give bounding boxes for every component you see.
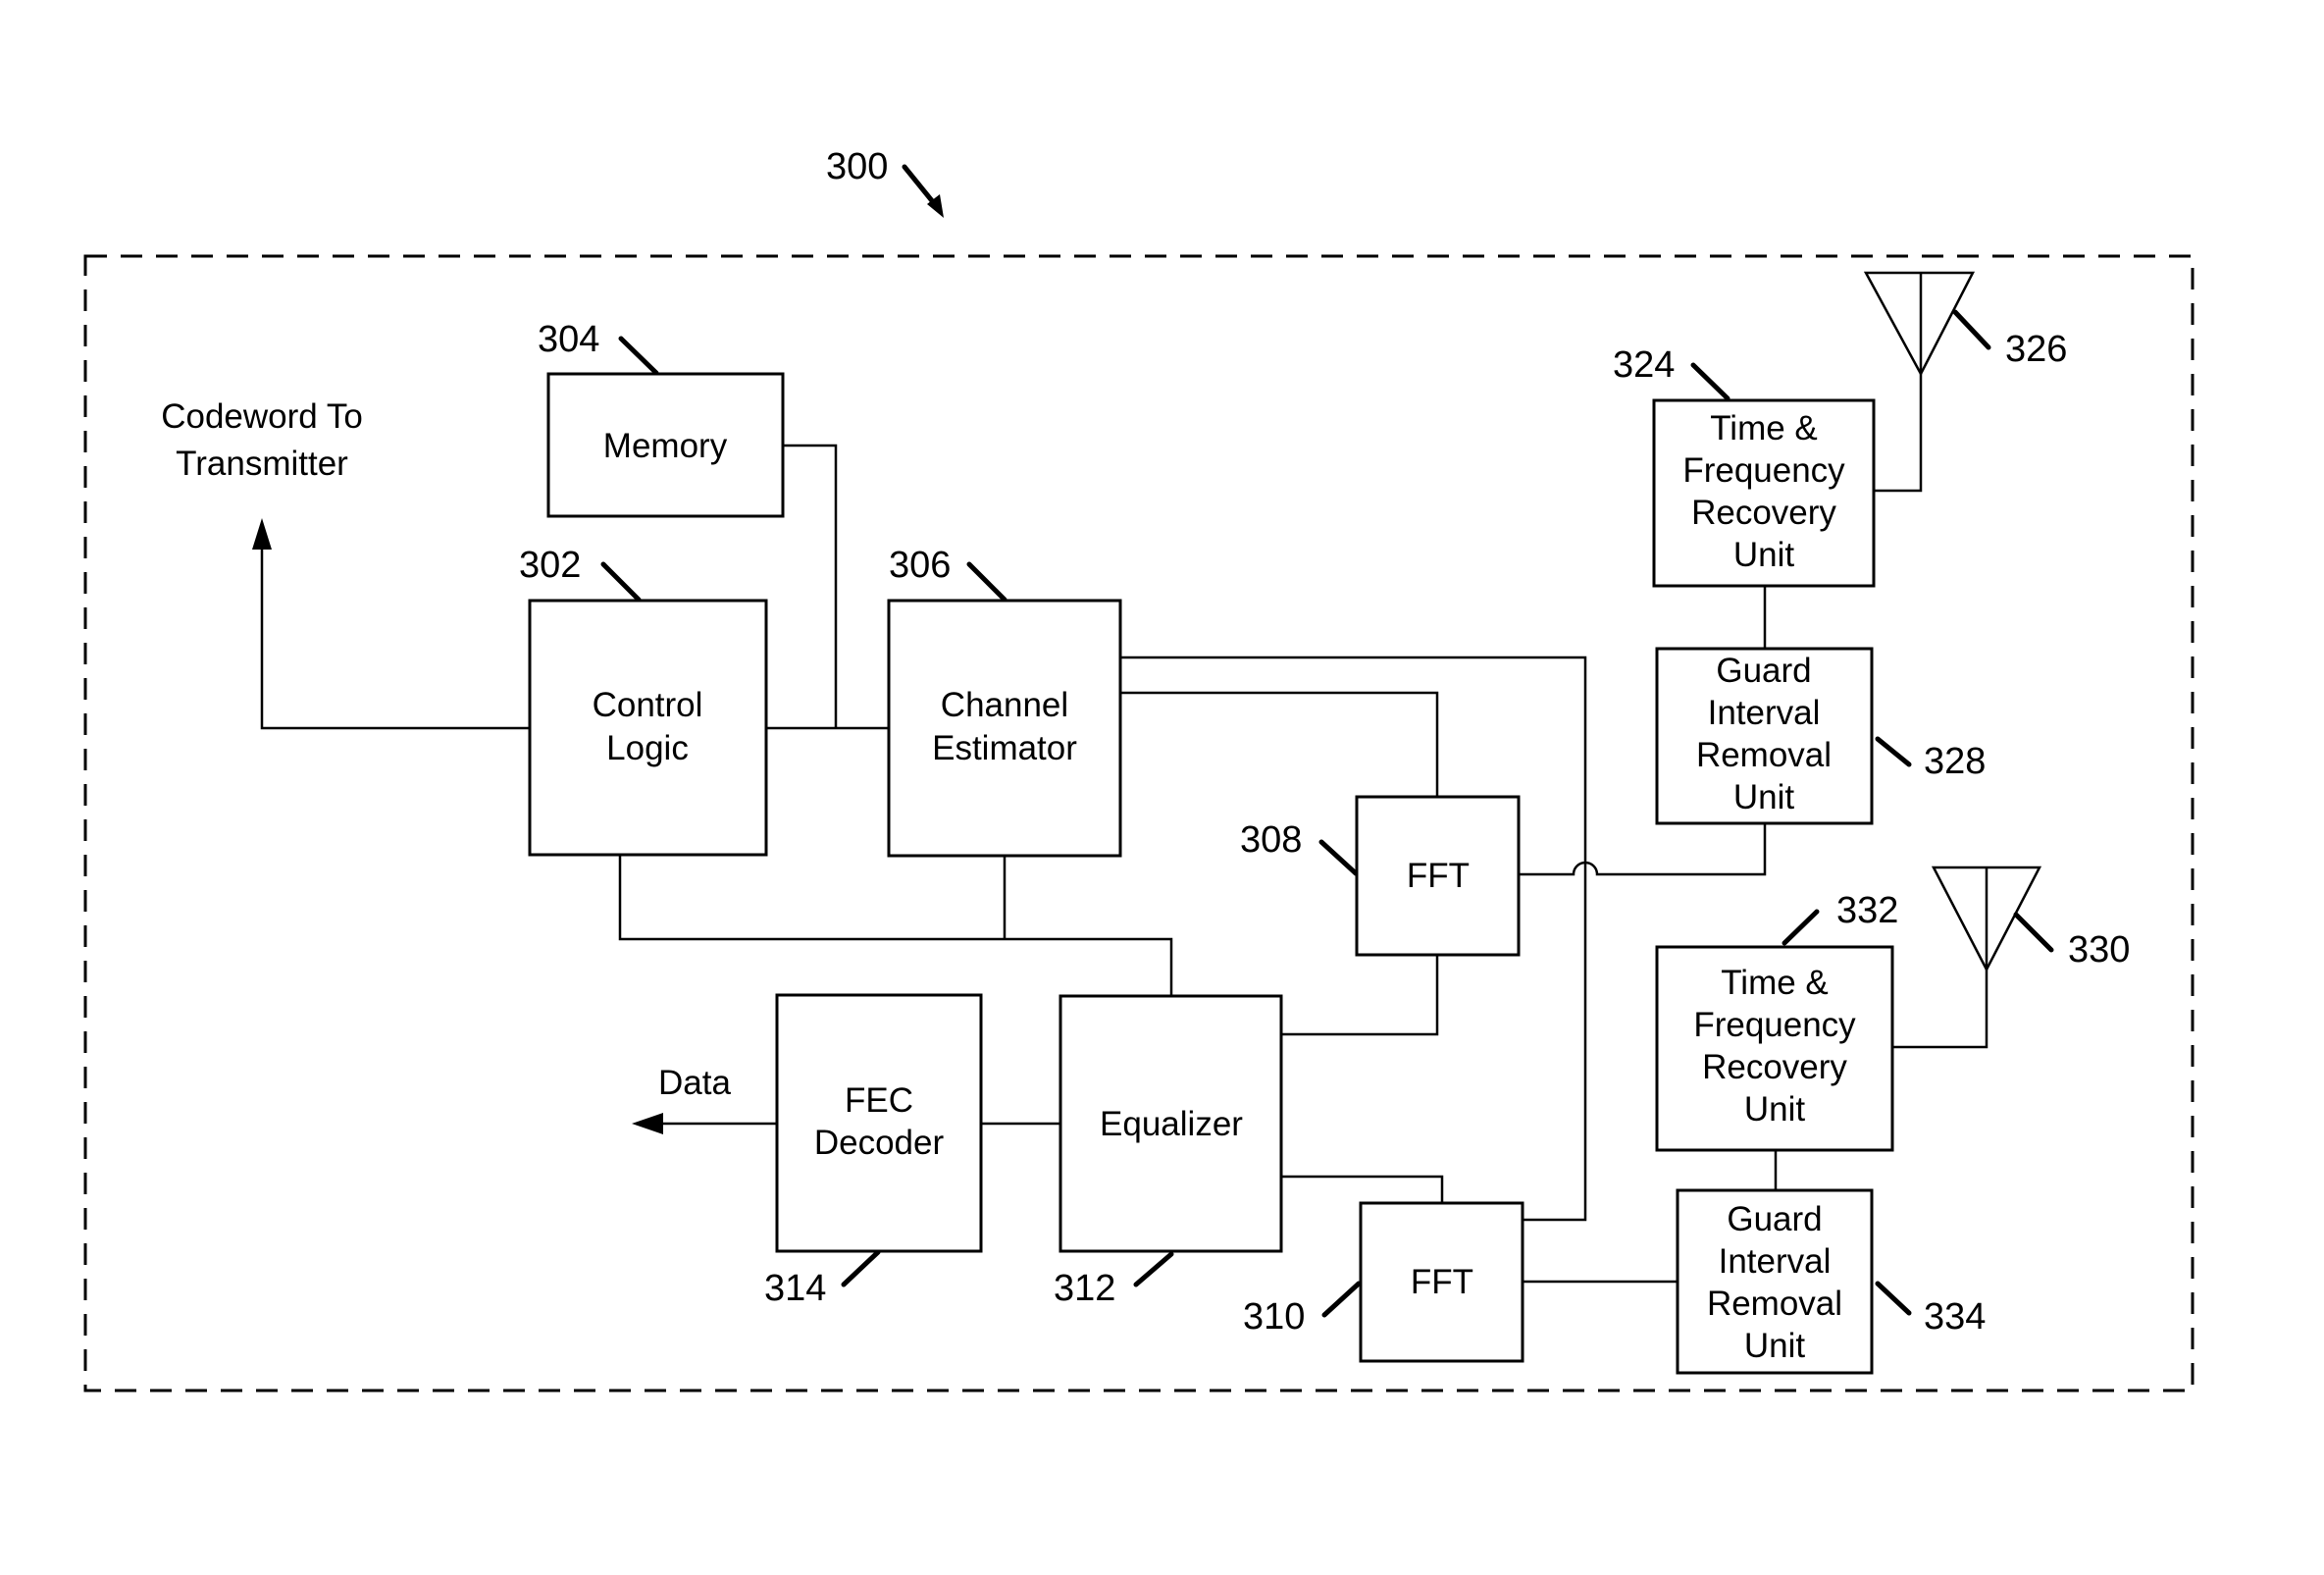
channel-estimator-label-line2: Estimator (932, 729, 1077, 767)
tfr-a-label-line4: Unit (1733, 536, 1795, 574)
gir-a-label-line4: Unit (1733, 778, 1795, 816)
gir-b-ref: 334 (1924, 1296, 1986, 1338)
fft-b-leader (1321, 1281, 1362, 1318)
antenna-a-leader (1952, 309, 1991, 350)
block-gir-a: Guard Interval Removal Unit 328 (1655, 647, 1986, 825)
tfr-a-label-line2: Frequency (1682, 451, 1845, 490)
memory-label: Memory (603, 427, 728, 465)
control-logic-ref: 302 (519, 545, 581, 586)
control-logic-label-line2: Logic (606, 729, 689, 767)
wire-fft-a-to-equalizer (1281, 955, 1439, 1036)
tfr-b-label-line1: Time & (1721, 964, 1829, 1002)
channel-estimator-leader (966, 561, 1007, 603)
gir-a-label-line2: Interval (1708, 694, 1821, 732)
wire-fft-a-to-gir-a (1519, 823, 1767, 876)
block-fft-a: FFT 308 (1240, 795, 1521, 957)
tfr-b-label-line2: Frequency (1693, 1006, 1856, 1044)
codeword-label-line2: Transmitter (176, 445, 348, 483)
codeword-label-line1: Codeword To (161, 397, 363, 436)
channel-estimator-ref: 306 (889, 545, 951, 586)
fec-decoder-label-line1: FEC (845, 1081, 913, 1120)
figure-ref-label: 300 (826, 146, 888, 187)
block-diagram: 300 Codeword To Transmitter Data Memory … (83, 146, 2195, 1392)
tfr-b-label-line3: Recovery (1702, 1048, 1847, 1086)
block-control-logic: Control Logic 302 (519, 545, 768, 857)
channel-estimator-label-line1: Channel (941, 686, 1068, 724)
antenna-a-ref: 326 (2005, 329, 2067, 370)
equalizer-leader (1133, 1251, 1174, 1287)
control-logic-label-line1: Control (593, 686, 703, 724)
tfr-b-label-line4: Unit (1744, 1090, 1806, 1129)
gir-a-label-line3: Removal (1696, 736, 1832, 774)
wire-memory (783, 444, 838, 728)
fft-b-label: FFT (1411, 1263, 1473, 1301)
gir-b-label-line4: Unit (1744, 1327, 1806, 1365)
gir-a-label-line1: Guard (1716, 652, 1811, 690)
data-output-label: Data (658, 1064, 731, 1102)
wire-control-to-equalizer (618, 855, 1173, 996)
gir-b-label-line1: Guard (1727, 1200, 1822, 1238)
wire-antenna-a-feed (1874, 374, 1923, 493)
fec-decoder-ref: 314 (764, 1268, 826, 1309)
tfr-b-leader (1782, 909, 1820, 946)
block-fec-decoder: FEC Decoder 314 (764, 993, 983, 1309)
block-fft-b: FFT 310 (1243, 1201, 1524, 1363)
gir-b-leader (1875, 1281, 1912, 1316)
block-channel-estimator: Channel Estimator 306 (887, 545, 1122, 858)
block-equalizer: Equalizer 312 (1054, 994, 1283, 1309)
wire-antenna-b-feed (1892, 970, 1988, 1049)
antenna-a-icon (1863, 271, 1976, 377)
block-memory: Memory 304 (538, 319, 785, 518)
wire-control-to-codeword (260, 535, 530, 730)
wire-fft-b-to-equalizer (1281, 1175, 1444, 1203)
tfr-a-label-line3: Recovery (1691, 494, 1836, 532)
fec-decoder-label-line2: Decoder (814, 1124, 945, 1162)
gir-a-leader (1875, 736, 1912, 767)
fft-a-label: FFT (1407, 857, 1470, 895)
data-arrowhead (632, 1113, 663, 1134)
fft-a-leader (1318, 839, 1359, 876)
fec-decoder-leader (841, 1249, 881, 1287)
equalizer-ref: 312 (1054, 1268, 1115, 1309)
gir-b-label-line3: Removal (1707, 1285, 1842, 1323)
antenna-b: 330 (1931, 866, 2130, 972)
tfr-b-ref: 332 (1836, 890, 1898, 931)
memory-ref: 304 (538, 319, 599, 360)
fft-b-ref: 310 (1243, 1296, 1305, 1338)
fft-a-ref: 308 (1240, 819, 1302, 861)
block-tfr-b: Time & Frequency Recovery Unit 332 (1655, 890, 1898, 1152)
gir-a-ref: 328 (1924, 741, 1986, 782)
tfr-a-label-line1: Time & (1710, 409, 1818, 447)
equalizer-label: Equalizer (1100, 1105, 1243, 1143)
tfr-a-ref: 324 (1613, 344, 1675, 386)
wire-estimator-to-fft-a (1120, 691, 1439, 797)
memory-leader (618, 336, 659, 376)
tfr-a-leader (1690, 362, 1730, 401)
codeword-arrowhead (252, 518, 272, 550)
gir-b-label-line2: Interval (1719, 1242, 1832, 1281)
antenna-a: 326 (1863, 271, 2067, 377)
block-tfr-a: Time & Frequency Recovery Unit 324 (1613, 344, 1876, 588)
block-gir-b: Guard Interval Removal Unit 334 (1676, 1188, 1986, 1375)
control-logic-leader (600, 561, 642, 603)
antenna-b-ref: 330 (2068, 929, 2130, 971)
control-logic-box (528, 599, 768, 857)
channel-estimator-box (887, 599, 1122, 858)
antenna-b-leader (2013, 912, 2054, 953)
